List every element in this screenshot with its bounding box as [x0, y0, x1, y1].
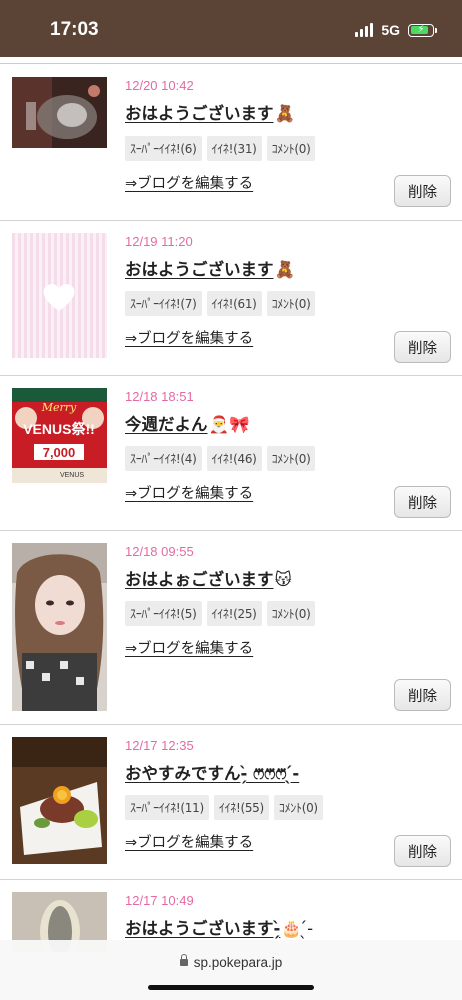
- blog-date: 12/17 10:49: [125, 893, 194, 908]
- blog-entry: 12/17 12:35 おやすみですん-̗̀ ෆ⃛ෆ⃛ෆ⃛ ̖́- ｽｰﾊﾟｰｲ…: [0, 725, 462, 880]
- thumb-text-logo: VENUS: [60, 472, 84, 479]
- thumbnail-image: [12, 543, 107, 711]
- blog-entry: Merry VENUS祭!! 7,000 VENUS 12/18 18:51 今…: [0, 376, 462, 531]
- edit-blog-link[interactable]: ⇒ブログを編集する: [125, 172, 253, 193]
- thumb-text-venus: VENUS祭!!: [23, 421, 95, 437]
- blog-title[interactable]: おはようございます🧸: [125, 100, 295, 124]
- blog-thumbnail[interactable]: [12, 737, 107, 864]
- blog-title[interactable]: 今週だよん🎅🎀: [125, 411, 250, 435]
- comment-badge: ｺﾒﾝﾄ(0): [266, 136, 316, 161]
- blog-date: 12/17 12:35: [125, 738, 194, 753]
- comment-badge: ｺﾒﾝﾄ(0): [273, 795, 323, 820]
- like-badge: ｲｲﾈ!(31): [206, 136, 262, 161]
- thumbnail-image: [12, 233, 107, 358]
- delete-button[interactable]: 削除: [394, 835, 451, 867]
- blog-thumbnail[interactable]: [12, 233, 107, 358]
- kissing-cat-icon: 😽: [274, 570, 292, 589]
- reaction-badges: ｽｰﾊﾟｰｲｲﾈ!(5) ｲｲﾈ!(25) ｺﾒﾝﾄ(0): [125, 601, 316, 626]
- edit-blog-link[interactable]: ⇒ブログを編集する: [125, 482, 253, 503]
- status-icons: 5G ⚡: [355, 20, 437, 40]
- blog-thumbnail[interactable]: [12, 543, 107, 711]
- status-bar: 17:03 5G ⚡: [0, 0, 462, 57]
- thumbnail-image: Merry VENUS祭!! 7,000 VENUS: [12, 388, 107, 483]
- comment-badge: ｺﾒﾝﾄ(0): [266, 291, 316, 316]
- home-indicator[interactable]: [148, 985, 314, 990]
- edit-blog-link[interactable]: ⇒ブログを編集する: [125, 637, 253, 658]
- blog-title[interactable]: おはようございます-̗̀🎂 ̖́-: [125, 915, 313, 939]
- blog-date: 12/18 09:55: [125, 544, 194, 559]
- teddy-bear-icon: 🧸: [274, 260, 296, 279]
- blog-entry: 12/19 11:20 おはようございます🧸 ｽｰﾊﾟｰｲｲﾈ!(7) ｲｲﾈ!…: [0, 221, 462, 376]
- super-like-badge: ｽｰﾊﾟｰｲｲﾈ!(4): [125, 446, 202, 471]
- blog-title-text: 今週だよん: [125, 415, 208, 434]
- edit-blog-link[interactable]: ⇒ブログを編集する: [125, 327, 253, 348]
- blog-entry: 12/18 09:55 おはよぉございます😽 ｽｰﾊﾟｰｲｲﾈ!(5) ｲｲﾈ!…: [0, 531, 462, 725]
- battery-charging-icon: ⚡: [408, 23, 437, 37]
- thumb-text-merry: Merry: [41, 401, 77, 414]
- super-like-badge: ｽｰﾊﾟｰｲｲﾈ!(11): [125, 795, 209, 820]
- signal-icon: [355, 23, 374, 37]
- reaction-badges: ｽｰﾊﾟｰｲｲﾈ!(4) ｲｲﾈ!(46) ｺﾒﾝﾄ(0): [125, 446, 316, 471]
- blog-date: 12/18 18:51: [125, 389, 194, 404]
- delete-button[interactable]: 削除: [394, 679, 451, 711]
- like-badge: ｲｲﾈ!(25): [206, 601, 262, 626]
- blog-title-text: おはよぉございます: [125, 570, 274, 589]
- status-time: 17:03: [50, 19, 99, 40]
- super-like-badge: ｽｰﾊﾟｰｲｲﾈ!(5): [125, 601, 202, 626]
- blog-title-text: おはようございます-̗̀: [125, 919, 281, 938]
- reaction-badges: ｽｰﾊﾟｰｲｲﾈ!(6) ｲｲﾈ!(31) ｺﾒﾝﾄ(0): [125, 136, 316, 161]
- thumb-text-price: 7,000: [43, 445, 76, 460]
- delete-button[interactable]: 削除: [394, 175, 451, 207]
- edit-blog-link[interactable]: ⇒ブログを編集する: [125, 831, 253, 852]
- url-display[interactable]: sp.pokepara.jp: [0, 954, 462, 970]
- lock-icon: [179, 954, 188, 966]
- like-badge: ｲｲﾈ!(55): [213, 795, 269, 820]
- like-badge: ｲｲﾈ!(61): [206, 291, 262, 316]
- blog-title[interactable]: おやすみですん-̗̀ ෆ⃛ෆ⃛ෆ⃛ ̖́-: [125, 760, 299, 784]
- super-like-badge: ｽｰﾊﾟｰｲｲﾈ!(7): [125, 291, 202, 316]
- thumbnail-image: [12, 77, 107, 148]
- blog-date: 12/20 10:42: [125, 78, 194, 93]
- blog-date: 12/19 11:20: [125, 234, 193, 249]
- santa-ribbon-icon: 🎅🎀: [208, 415, 250, 434]
- teddy-bear-icon: 🧸: [274, 104, 296, 123]
- thumbnail-image: [12, 737, 107, 864]
- url-text: sp.pokepara.jp: [193, 955, 283, 970]
- blog-title-text: おはようございます: [125, 104, 274, 123]
- blog-thumbnail[interactable]: Merry VENUS祭!! 7,000 VENUS: [12, 388, 107, 483]
- browser-url-bar[interactable]: sp.pokepara.jp: [0, 940, 462, 1000]
- blog-title-text: おやすみですん-̗̀ ෆ⃛ෆ⃛ෆ⃛ ̖́-: [125, 764, 300, 783]
- blog-thumbnail[interactable]: [12, 77, 107, 148]
- super-like-badge: ｽｰﾊﾟｰｲｲﾈ!(6): [125, 136, 202, 161]
- blog-title-text: おはようございます: [125, 260, 274, 279]
- comment-badge: ｺﾒﾝﾄ(0): [266, 446, 316, 471]
- delete-button[interactable]: 削除: [394, 331, 451, 363]
- cake-icon: 🎂 ̖́-: [281, 919, 314, 938]
- comment-badge: ｺﾒﾝﾄ(0): [266, 601, 316, 626]
- reaction-badges: ｽｰﾊﾟｰｲｲﾈ!(7) ｲｲﾈ!(61) ｺﾒﾝﾄ(0): [125, 291, 316, 316]
- blog-title[interactable]: おはようございます🧸: [125, 256, 295, 280]
- like-badge: ｲｲﾈ!(46): [206, 446, 262, 471]
- blog-entry: 12/20 10:42 おはようございます🧸 ｽｰﾊﾟｰｲｲﾈ!(6) ｲｲﾈ!…: [0, 64, 462, 221]
- blog-title[interactable]: おはよぉございます😽: [125, 566, 292, 590]
- network-type: 5G: [381, 22, 400, 38]
- reaction-badges: ｽｰﾊﾟｰｲｲﾈ!(11) ｲｲﾈ!(55) ｺﾒﾝﾄ(0): [125, 795, 323, 820]
- delete-button[interactable]: 削除: [394, 486, 451, 518]
